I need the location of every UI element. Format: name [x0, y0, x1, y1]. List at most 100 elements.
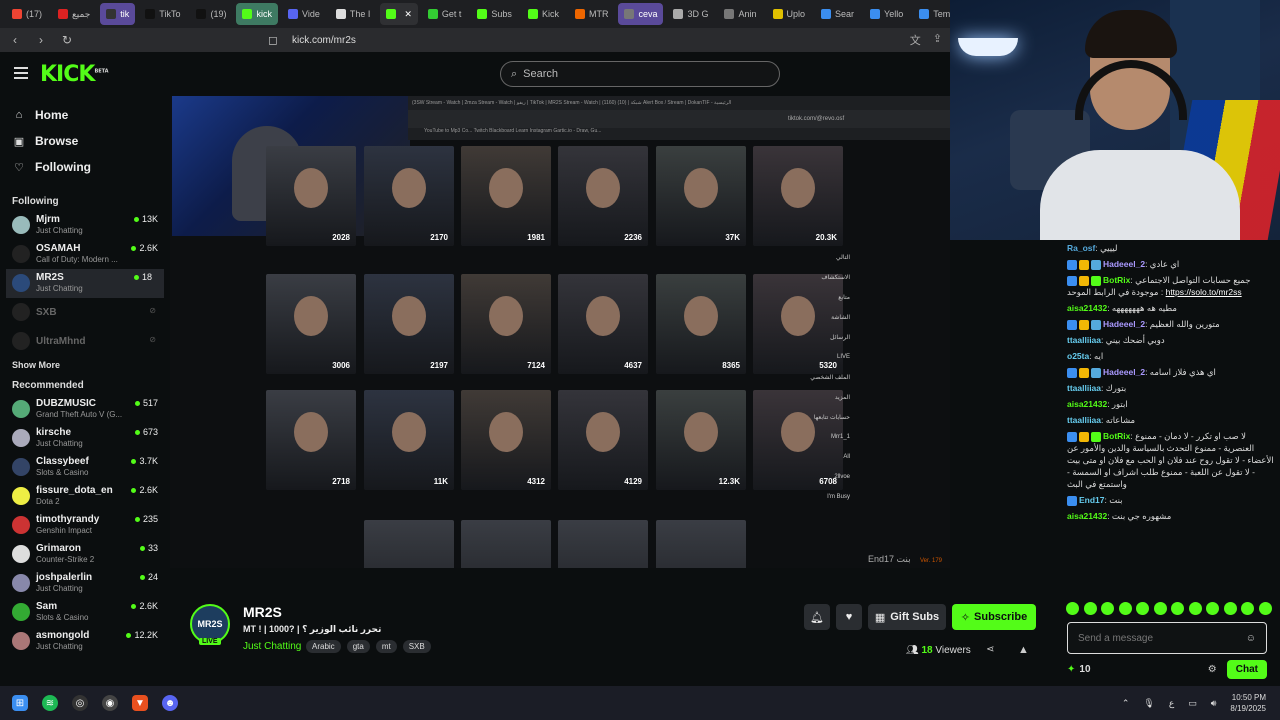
- browser-tab[interactable]: kick: [236, 3, 278, 25]
- windows-start-icon[interactable]: ⊞: [12, 695, 28, 711]
- chat-username[interactable]: aisa21432: [1067, 511, 1107, 521]
- browser-tab[interactable]: Temp: [913, 3, 950, 25]
- video-player[interactable]: (3SW Stream - Watch | 2mza Stream - Watc…: [170, 96, 950, 568]
- gift-subs-button[interactable]: ▦ Gift Subs: [868, 604, 946, 630]
- emoji-icon[interactable]: ☺: [1246, 633, 1256, 644]
- browser-tab[interactable]: MTR: [569, 3, 615, 25]
- search-input[interactable]: ⌕ Search: [500, 61, 780, 87]
- sidebar-channel[interactable]: Classybeef Slots & Casino 3.7K: [0, 453, 170, 482]
- send-chat-button[interactable]: Chat: [1226, 659, 1267, 679]
- emote-icon[interactable]: [1101, 602, 1115, 615]
- share-page-icon[interactable]: ⇪: [933, 32, 942, 48]
- browser-tab[interactable]: (19): [190, 3, 232, 25]
- sidebar-channel[interactable]: MR2S Just Chatting 18: [6, 269, 164, 298]
- notification-bell-button[interactable]: 🔔︎: [804, 604, 830, 630]
- tab-close-icon[interactable]: ✕: [404, 9, 412, 20]
- forward-icon[interactable]: ›: [34, 33, 48, 47]
- sidebar-channel-offline[interactable]: SXB ⊘: [0, 298, 170, 327]
- emote-icon[interactable]: [1136, 602, 1150, 615]
- browser-tab[interactable]: ceva: [618, 3, 664, 25]
- sidebar-channel[interactable]: Mjrm Just Chatting 13K: [0, 211, 170, 240]
- system-clock[interactable]: 10:50 PM 8/19/2025: [1230, 692, 1266, 714]
- subscribe-button[interactable]: ✧ Subscribe: [952, 604, 1036, 630]
- emote-icon[interactable]: [1066, 602, 1079, 615]
- spotify-icon[interactable]: ≋: [42, 695, 58, 711]
- tray-overflow-icon[interactable]: ⌃: [1122, 698, 1130, 709]
- input-language[interactable]: ع: [1169, 698, 1174, 709]
- volume-icon[interactable]: 🔊︎: [1211, 698, 1217, 709]
- stream-tag[interactable]: gta: [346, 640, 370, 653]
- url-text[interactable]: kick.com/mr2s: [292, 35, 356, 46]
- chat-username[interactable]: aisa21432: [1067, 399, 1107, 409]
- sidebar-channel-offline[interactable]: UltraMhnd ⊘: [0, 327, 170, 356]
- obs-icon[interactable]: ◎: [72, 695, 88, 711]
- chat-username[interactable]: ttaalliiaa: [1067, 415, 1101, 425]
- chat-username[interactable]: End17: [1079, 495, 1105, 505]
- browser-tab[interactable]: 3D G: [667, 3, 714, 25]
- chat-message-input[interactable]: Send a message ☺: [1067, 622, 1267, 654]
- sidebar-channel[interactable]: joshpalerlin Just Chatting 24: [0, 569, 170, 598]
- chat-link[interactable]: https://solo.to/mr2ss: [1166, 287, 1242, 297]
- emote-icon[interactable]: [1153, 602, 1167, 615]
- points-icon[interactable]: ✦: [1067, 664, 1075, 675]
- sidebar-nav-following[interactable]: ♡ Following: [0, 154, 170, 180]
- chat-username[interactable]: BotRix: [1103, 431, 1130, 441]
- emote-icon[interactable]: [1241, 602, 1255, 615]
- sidebar-channel[interactable]: kirsche Just Chatting 673: [0, 424, 170, 453]
- emote-icon[interactable]: [1083, 602, 1097, 615]
- emote-icon[interactable]: [1171, 602, 1185, 615]
- sidebar-channel[interactable]: OSAMAH Call of Duty: Modern ... 2.6K: [0, 240, 170, 269]
- kick-logo[interactable]: KICKBETA: [40, 62, 109, 87]
- emote-icon[interactable]: [1258, 602, 1272, 615]
- sidebar-channel[interactable]: DUBZMUSIC Grand Theft Auto V (G... 517: [0, 395, 170, 424]
- sidebar-nav-browse[interactable]: ▣ Browse: [0, 128, 170, 154]
- reload-icon[interactable]: ↻: [60, 33, 74, 47]
- channel-name[interactable]: MR2S: [243, 604, 282, 620]
- network-icon[interactable]: ▭: [1188, 698, 1197, 709]
- brave-browser-icon[interactable]: ▼: [132, 695, 148, 711]
- stream-tag[interactable]: mt: [375, 640, 397, 653]
- chat-username[interactable]: BotRix: [1103, 275, 1130, 285]
- sidebar-nav-home[interactable]: ⌂ Home: [0, 102, 170, 128]
- emote-icon[interactable]: [1223, 602, 1237, 615]
- browser-tab[interactable]: جميع: [52, 3, 96, 25]
- browser-tab[interactable]: tik: [100, 3, 136, 25]
- chat-username[interactable]: Hadeeel_2: [1103, 319, 1145, 329]
- chat-username[interactable]: o25ta: [1067, 351, 1089, 361]
- menu-icon[interactable]: [14, 67, 28, 79]
- browser-tab[interactable]: Get t: [422, 3, 468, 25]
- sidebar-channel[interactable]: Grimaron Counter-Strike 2 33: [0, 540, 170, 569]
- chat-username[interactable]: Hadeeel_2: [1103, 259, 1145, 269]
- microphone-icon[interactable]: 🎙︎: [1143, 698, 1154, 709]
- chat-username[interactable]: Ra_osf: [1067, 243, 1095, 253]
- browser-tab[interactable]: Vide: [282, 3, 326, 25]
- browser-tab[interactable]: Kick: [522, 3, 565, 25]
- back-icon[interactable]: ‹: [8, 33, 22, 47]
- emote-icon[interactable]: [1118, 602, 1132, 615]
- browser-tab[interactable]: Uplo: [767, 3, 812, 25]
- browser-tab[interactable]: The I: [330, 3, 377, 25]
- chat-settings-icon[interactable]: ⚙: [1208, 664, 1217, 675]
- report-icon[interactable]: ▲: [1018, 644, 1029, 656]
- browser-tab[interactable]: Anin: [718, 3, 762, 25]
- steam-icon[interactable]: ◉: [102, 695, 118, 711]
- browser-tab[interactable]: (17): [6, 3, 48, 25]
- emote-icon[interactable]: [1188, 602, 1202, 615]
- stream-category[interactable]: Just Chatting: [243, 641, 301, 652]
- browser-tab[interactable]: Sear: [815, 3, 860, 25]
- translate-icon[interactable]: 文: [910, 32, 921, 48]
- stream-tag[interactable]: Arabic: [306, 640, 341, 653]
- stream-tag[interactable]: SXB: [402, 640, 431, 653]
- chat-username[interactable]: ttaalliiaa: [1067, 335, 1101, 345]
- chat-username[interactable]: Hadeeel_2: [1103, 367, 1145, 377]
- browser-tab[interactable]: Subs: [471, 3, 518, 25]
- sidebar-channel[interactable]: timothyrandy Genshin Impact 235: [0, 511, 170, 540]
- chat-username[interactable]: ttaalliiaa: [1067, 383, 1101, 393]
- browser-tab[interactable]: Yello: [864, 3, 909, 25]
- discord-icon[interactable]: ☻: [162, 695, 178, 711]
- browser-tab[interactable]: ✕: [380, 3, 418, 25]
- sidebar-channel[interactable]: fissure_dota_en Dota 2 2.6K: [0, 482, 170, 511]
- show-more-button[interactable]: Show More: [0, 356, 170, 374]
- follow-heart-button[interactable]: ♥: [836, 604, 862, 630]
- sidebar-channel[interactable]: asmongold Just Chatting 12.2K: [0, 627, 170, 656]
